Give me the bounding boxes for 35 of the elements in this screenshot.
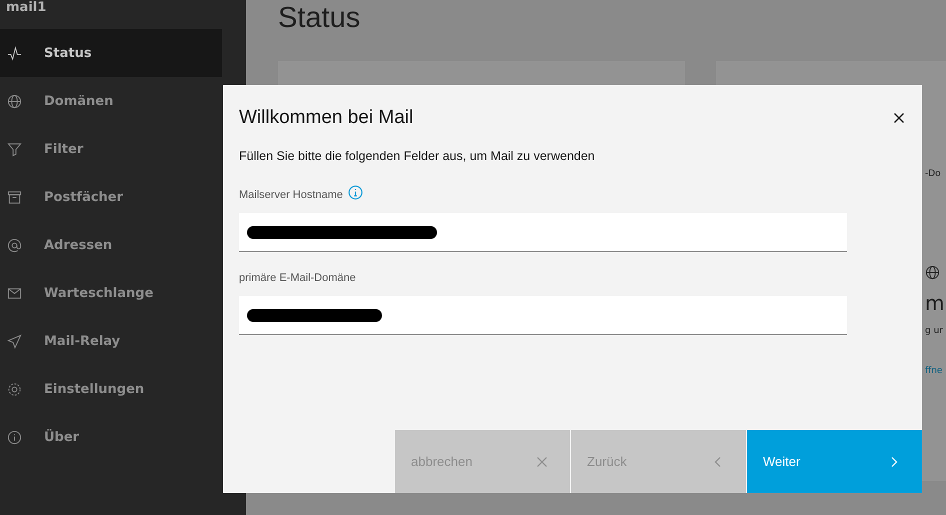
sidebar-item[interactable]: Filter xyxy=(0,125,222,173)
close-icon xyxy=(893,112,905,124)
app-title: mail1 xyxy=(5,0,48,17)
settings-icon xyxy=(7,382,22,396)
info-icon xyxy=(7,430,22,444)
input-field[interactable] xyxy=(239,213,847,252)
field-label: primäre E-Mail-Domäne xyxy=(239,272,356,284)
archive-icon xyxy=(7,190,22,204)
sidebar-item[interactable]: Über xyxy=(0,413,222,461)
globe-icon xyxy=(925,265,940,280)
dialog-title: Willkommen bei Mail xyxy=(239,107,414,129)
envelope-icon xyxy=(7,286,22,300)
input-field[interactable] xyxy=(239,296,847,335)
pulse-icon xyxy=(7,46,22,60)
sidebar-item[interactable]: Mail-Relay xyxy=(0,317,222,365)
page-title: Status xyxy=(278,1,362,36)
card-text: g ur xyxy=(925,326,943,336)
info-icon[interactable] xyxy=(348,184,363,200)
sidebar-item[interactable]: Warteschlange xyxy=(0,269,222,317)
card-text: -Do xyxy=(925,169,941,179)
sidebar-item[interactable]: Adressen xyxy=(0,221,222,269)
card-heading: m xyxy=(925,290,944,317)
dialog-description: Füllen Sie bitte die folgenden Felder aus, um Mail zu verwenden xyxy=(239,149,596,163)
sidebar-item[interactable]: Postfächer xyxy=(0,173,222,221)
globe-icon xyxy=(7,94,22,108)
at-icon xyxy=(7,238,22,252)
next-button[interactable]: Weiter xyxy=(747,430,922,493)
sidebar-item[interactable]: Einstellungen xyxy=(0,365,222,413)
filter-icon xyxy=(7,142,22,156)
field-label: Mailserver Hostname xyxy=(239,189,343,201)
sidebar-item[interactable]: Status xyxy=(0,29,222,77)
close-icon xyxy=(536,456,548,468)
send-icon xyxy=(7,334,22,348)
card-link[interactable]: ffne xyxy=(925,366,942,376)
sidebar-item[interactable]: Domänen xyxy=(0,77,222,125)
